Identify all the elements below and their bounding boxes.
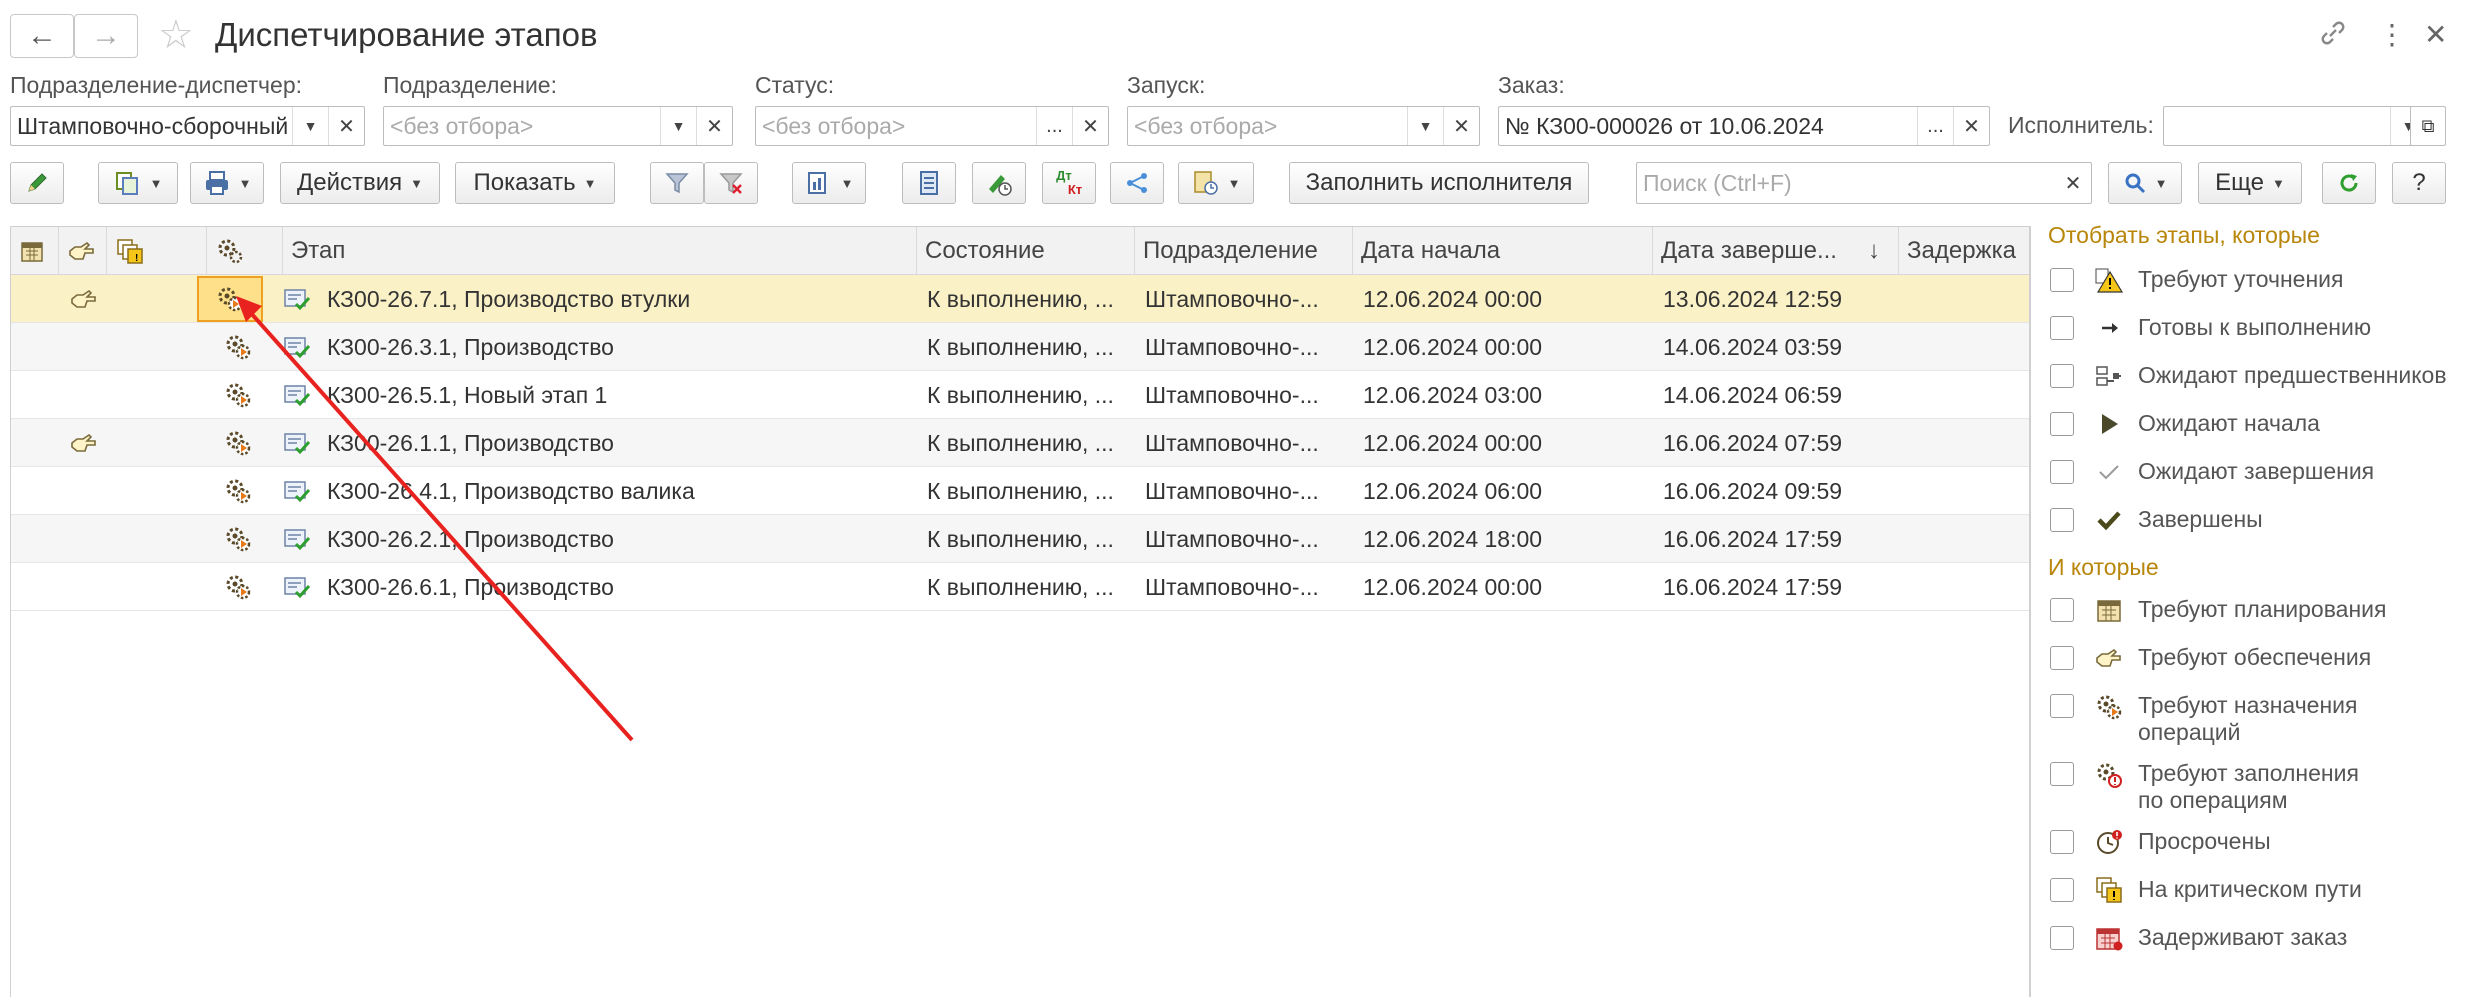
annotation-arrow xyxy=(236,296,634,742)
